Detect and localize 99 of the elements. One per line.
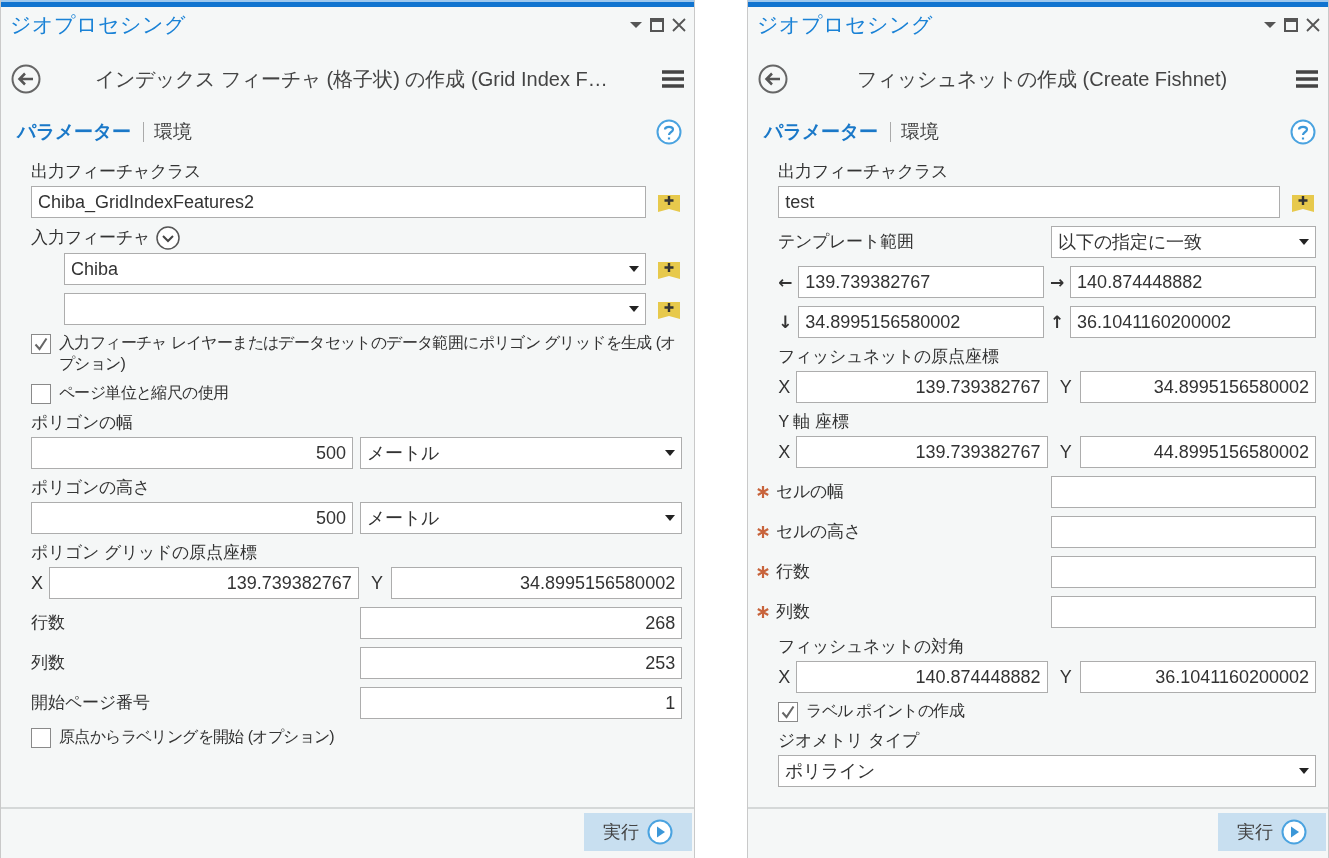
dropdown[interactable]: メートル	[360, 437, 683, 469]
dropdown[interactable]: メートル	[360, 502, 683, 534]
pane-title: ジオプロセシング	[10, 12, 187, 38]
field-label: セルの高さ	[776, 521, 862, 542]
chevron-down-icon[interactable]	[156, 226, 180, 250]
dropdown[interactable]: ポリライン	[778, 755, 1316, 787]
field-label: Y 軸 座標	[778, 411, 850, 432]
field-label: 開始ページ番号	[31, 692, 150, 713]
field-label: ジオメトリ タイプ	[778, 730, 919, 751]
play-icon	[1281, 819, 1307, 845]
input-field[interactable]: 34.8995156580002	[390, 567, 683, 599]
caret-icon	[665, 450, 676, 456]
caret-icon	[1299, 768, 1309, 774]
maximize-icon[interactable]	[1284, 18, 1298, 32]
field-label: 出力フィーチャクラス	[31, 161, 201, 182]
field-label: ポリゴン グリッドの原点座標	[31, 542, 257, 563]
input-field[interactable]: Chiba_GridIndexFeatures2	[31, 186, 647, 218]
run-button[interactable]: 実行	[584, 813, 693, 851]
play-icon	[647, 819, 674, 845]
input-field[interactable]: 140.874448882	[796, 661, 1048, 693]
checkbox[interactable]	[31, 384, 51, 404]
field-label: ポリゴンの高さ	[31, 477, 150, 498]
input-field[interactable]	[1050, 556, 1316, 588]
caret-icon	[665, 515, 676, 521]
input-field[interactable]: 139.739382767	[49, 567, 359, 599]
checkbox[interactable]	[31, 334, 51, 354]
tab[interactable]: パラメーター	[762, 119, 887, 145]
input-field[interactable]: 34.8995156580002	[798, 306, 1045, 338]
caret-icon	[629, 266, 640, 272]
close-icon[interactable]	[672, 18, 687, 32]
input-field[interactable]: 139.739382767	[796, 371, 1048, 403]
input-field[interactable]: 44.8995156580002	[1079, 436, 1316, 468]
close-icon[interactable]	[1306, 18, 1320, 32]
field-label: フィッシュネットの対角	[778, 636, 966, 657]
input-field[interactable]: 500	[31, 502, 354, 534]
axis-label: Y	[1058, 441, 1073, 463]
caret-icon	[1299, 239, 1309, 245]
input-field[interactable]	[1050, 516, 1316, 548]
field-label: 列数	[776, 601, 811, 622]
caret-icon[interactable]	[1264, 21, 1276, 29]
maximize-icon[interactable]	[650, 18, 665, 32]
tab[interactable]: パラメーター	[15, 119, 139, 145]
field-label: 出力フィーチャクラス	[778, 161, 949, 182]
checkbox-label: 入力フィーチャ レイヤーまたはデータセットのデータ範囲にポリゴン グリッドを生成 (オプション)	[59, 333, 677, 374]
checkmark-icon	[34, 337, 48, 351]
field-label: ポリゴンの幅	[31, 412, 133, 433]
input-field[interactable]: 36.1041160200002	[1070, 306, 1316, 338]
input-field[interactable]: 139.739382767	[798, 266, 1045, 298]
arrow-icon: ↑	[1050, 312, 1071, 332]
input-field[interactable]: 268	[360, 607, 683, 639]
field-label: 入力フィーチャ	[31, 227, 150, 248]
axis-label: Y	[1058, 666, 1073, 688]
tab[interactable]: 環境	[152, 119, 200, 145]
axis-label: X	[778, 441, 792, 463]
checkmark-icon	[781, 705, 796, 719]
axis-label: X	[778, 376, 792, 398]
input-field[interactable]	[1050, 596, 1316, 628]
input-field[interactable]: 139.739382767	[796, 436, 1048, 468]
menu-icon[interactable]	[662, 69, 685, 89]
run-button[interactable]: 実行	[1218, 813, 1326, 851]
dropdown[interactable]: 以下の指定に一致	[1050, 226, 1316, 258]
input-field[interactable]: 36.1041160200002	[1079, 661, 1316, 693]
input-field[interactable]: 500	[31, 437, 354, 469]
axis-label: Y	[1058, 376, 1073, 398]
tool-title: インデックス フィーチャ (格子状) の作成 (Grid Index F…	[94, 66, 609, 92]
field-label: セルの幅	[776, 481, 845, 502]
caret-icon	[629, 306, 640, 312]
input-field[interactable]: 1	[360, 687, 683, 719]
field-label: フィッシュネットの原点座標	[778, 346, 1000, 367]
menu-icon[interactable]	[1296, 69, 1318, 89]
caret-icon[interactable]	[630, 21, 643, 29]
arrow-icon: ↓	[778, 312, 799, 332]
field-label: 行数	[31, 612, 65, 633]
checkbox[interactable]	[31, 728, 51, 748]
back-icon[interactable]	[758, 64, 789, 94]
input-field[interactable]: 253	[360, 647, 683, 679]
pane-title: ジオプロセシング	[757, 12, 935, 38]
input-field[interactable]: test	[778, 186, 1280, 218]
checkbox-label: ラベル ポイントの作成	[806, 701, 965, 721]
axis-label: Y	[369, 572, 384, 594]
dropdown[interactable]: Chiba	[64, 253, 647, 285]
back-icon[interactable]	[11, 64, 41, 94]
input-field[interactable]: 34.8995156580002	[1079, 371, 1316, 403]
help-icon[interactable]	[656, 119, 683, 145]
tab[interactable]: 環境	[899, 119, 948, 145]
arrow-icon: →	[1050, 272, 1071, 292]
input-field[interactable]	[1050, 476, 1316, 508]
field-label: 行数	[776, 561, 811, 582]
arrow-icon: ←	[778, 272, 799, 292]
tool-title: フィッシュネットの作成 (Create Fishnet)	[856, 66, 1229, 92]
axis-label: X	[31, 572, 44, 594]
axis-label: X	[778, 666, 792, 688]
field-label: テンプレート範囲	[778, 231, 915, 252]
help-icon[interactable]	[1290, 119, 1316, 145]
checkbox-label: ページ単位と縮尺の使用	[59, 383, 229, 403]
checkbox[interactable]	[778, 702, 799, 722]
input-field[interactable]: 140.874448882	[1070, 266, 1316, 298]
checkbox-label: 原点からラベリングを開始 (オプション)	[59, 727, 335, 747]
field-label: 列数	[31, 652, 65, 673]
